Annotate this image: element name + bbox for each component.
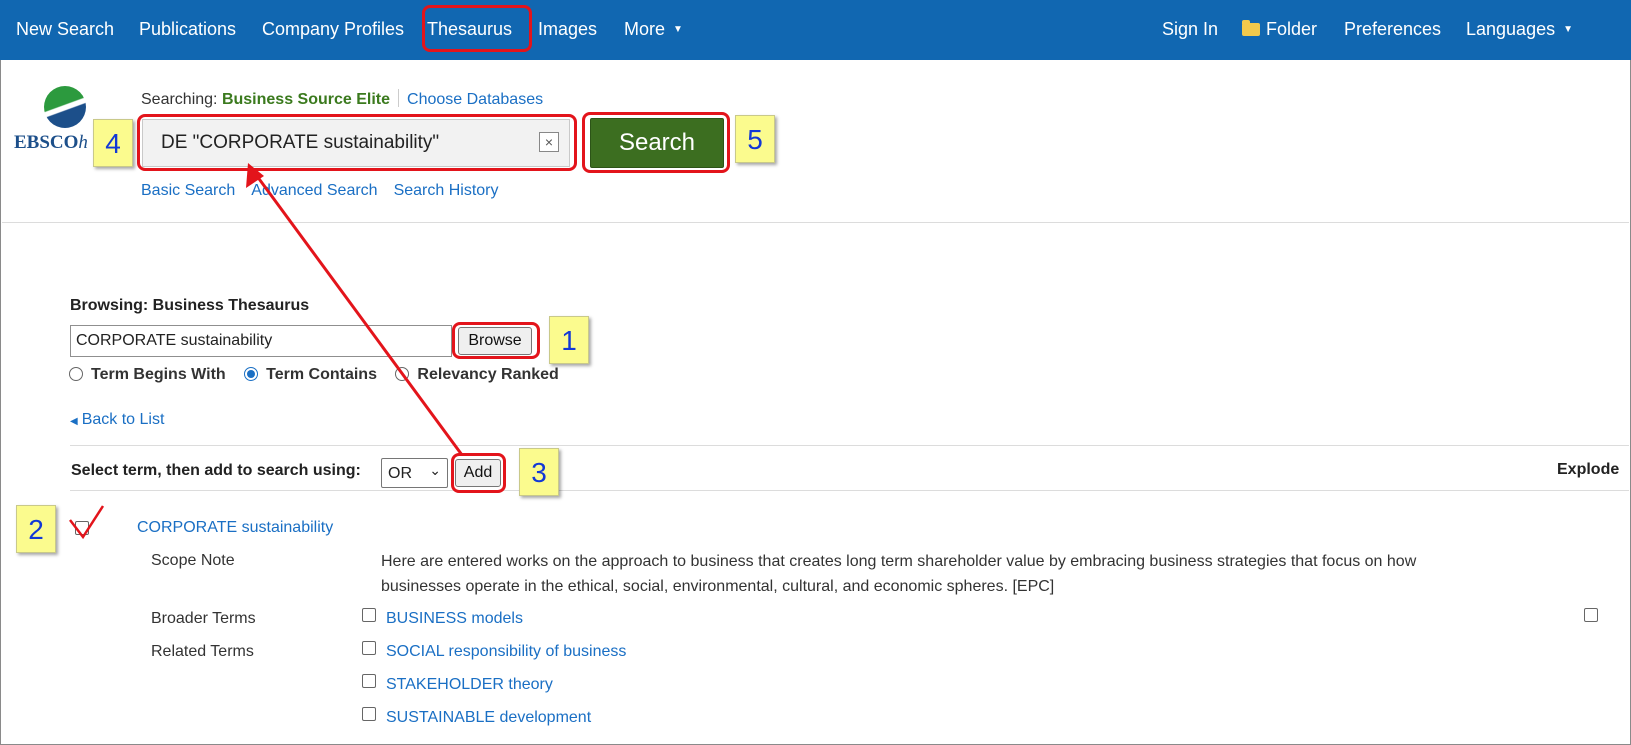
caret-down-icon: ▼	[1563, 24, 1573, 36]
scope-note-text: Here are entered works on the approach t…	[381, 553, 1417, 595]
browse-options: Term Begins With Term Contains Relevancy…	[69, 366, 573, 384]
searching-line: Searching: Business Source Elite Choose D…	[141, 89, 543, 109]
browse-input[interactable]: CORPORATE sustainability	[70, 325, 452, 357]
browse-input-value: CORPORATE sustainability	[76, 332, 273, 349]
caret-down-icon: ▼	[673, 24, 683, 36]
highlight-search-input	[137, 114, 577, 171]
operator-value: OR	[388, 465, 412, 482]
chevron-down-icon: ⌄	[429, 462, 441, 478]
select-term-label: Select term, then add to search using:	[71, 462, 361, 479]
annotation-5: 5	[735, 115, 775, 163]
explode-header: Explode	[1557, 461, 1620, 478]
advanced-search-link[interactable]: Advanced Search	[251, 182, 377, 199]
annotation-2: 2	[16, 505, 56, 553]
operator-select[interactable]: OR ⌄	[381, 458, 448, 488]
back-to-list-link[interactable]: ◀ Back to List	[70, 411, 164, 429]
highlight-add-button	[451, 453, 506, 493]
scope-note-label: Scope Note	[151, 552, 235, 569]
search-sublinks: Basic Search Advanced Search Search Histor…	[141, 182, 515, 200]
related-terms-label: Related Terms	[151, 643, 254, 660]
nav-images[interactable]: Images	[538, 0, 597, 60]
searching-label: Searching:	[141, 91, 218, 108]
nav-company-profiles[interactable]: Company Profiles	[262, 0, 404, 60]
radio-selected-icon	[244, 367, 259, 381]
header-divider	[2, 222, 1629, 223]
option-term-contains[interactable]: Term Contains	[244, 366, 377, 383]
browse-title: Browsing: Business Thesaurus	[70, 297, 310, 314]
nav-publications[interactable]: Publications	[139, 0, 236, 60]
highlight-browse-button	[452, 322, 540, 359]
nav-languages[interactable]: Languages ▼	[1466, 0, 1573, 60]
highlight-thesaurus	[422, 5, 532, 52]
annotation-1: 1	[549, 316, 589, 364]
term-corporate-sustainability[interactable]: CORPORATE sustainability	[137, 519, 333, 537]
nav-new-search[interactable]: New Search	[16, 0, 114, 60]
caret-left-icon: ◀	[70, 416, 78, 427]
broader-term-business-models[interactable]: BUSINESS models	[386, 610, 523, 628]
term-checkbox[interactable]	[75, 521, 89, 535]
search-history-link[interactable]: Search History	[394, 182, 499, 199]
nav-folder[interactable]: Folder	[1242, 0, 1317, 60]
related-term-sustainable-development[interactable]: SUSTAINABLE development	[386, 709, 591, 727]
basic-search-link[interactable]: Basic Search	[141, 182, 235, 199]
option-relevancy-ranked[interactable]: Relevancy Ranked	[395, 366, 559, 383]
results-header-divider	[70, 490, 1629, 491]
option-term-begins-with[interactable]: Term Begins With	[69, 366, 226, 383]
nav-more[interactable]: More ▼	[624, 0, 683, 60]
related-term-social-responsibility[interactable]: SOCIAL responsibility of business	[386, 643, 626, 661]
annotation-3: 3	[519, 448, 559, 496]
nav-folder-label: Folder	[1266, 19, 1318, 39]
radio-icon	[69, 367, 83, 381]
highlight-search-button	[582, 112, 730, 173]
results-top-divider	[70, 445, 1629, 446]
related-term-checkbox[interactable]	[362, 707, 376, 721]
database-name: Business Source Elite	[221, 91, 391, 108]
nav-languages-label: Languages	[1466, 19, 1556, 39]
broader-terms-label: Broader Terms	[151, 610, 256, 627]
separator	[398, 89, 400, 107]
folder-icon	[1242, 20, 1260, 36]
related-term-stakeholder-theory[interactable]: STAKEHOLDER theory	[386, 676, 553, 694]
explode-checkbox[interactable]	[1584, 608, 1598, 622]
nav-preferences[interactable]: Preferences	[1344, 0, 1441, 60]
top-nav: New Search Publications Company Profiles…	[0, 0, 1631, 60]
nav-more-label: More	[624, 19, 666, 39]
nav-sign-in[interactable]: Sign In	[1162, 0, 1218, 60]
annotation-4: 4	[93, 119, 133, 167]
choose-databases-link[interactable]: Choose Databases	[407, 91, 543, 108]
ebsco-globe-icon	[44, 86, 86, 128]
logo-text: EBSCOh	[14, 132, 88, 153]
related-term-checkbox[interactable]	[362, 674, 376, 688]
related-term-checkbox[interactable]	[362, 641, 376, 655]
radio-icon	[395, 367, 410, 381]
broader-term-checkbox[interactable]	[362, 608, 376, 622]
